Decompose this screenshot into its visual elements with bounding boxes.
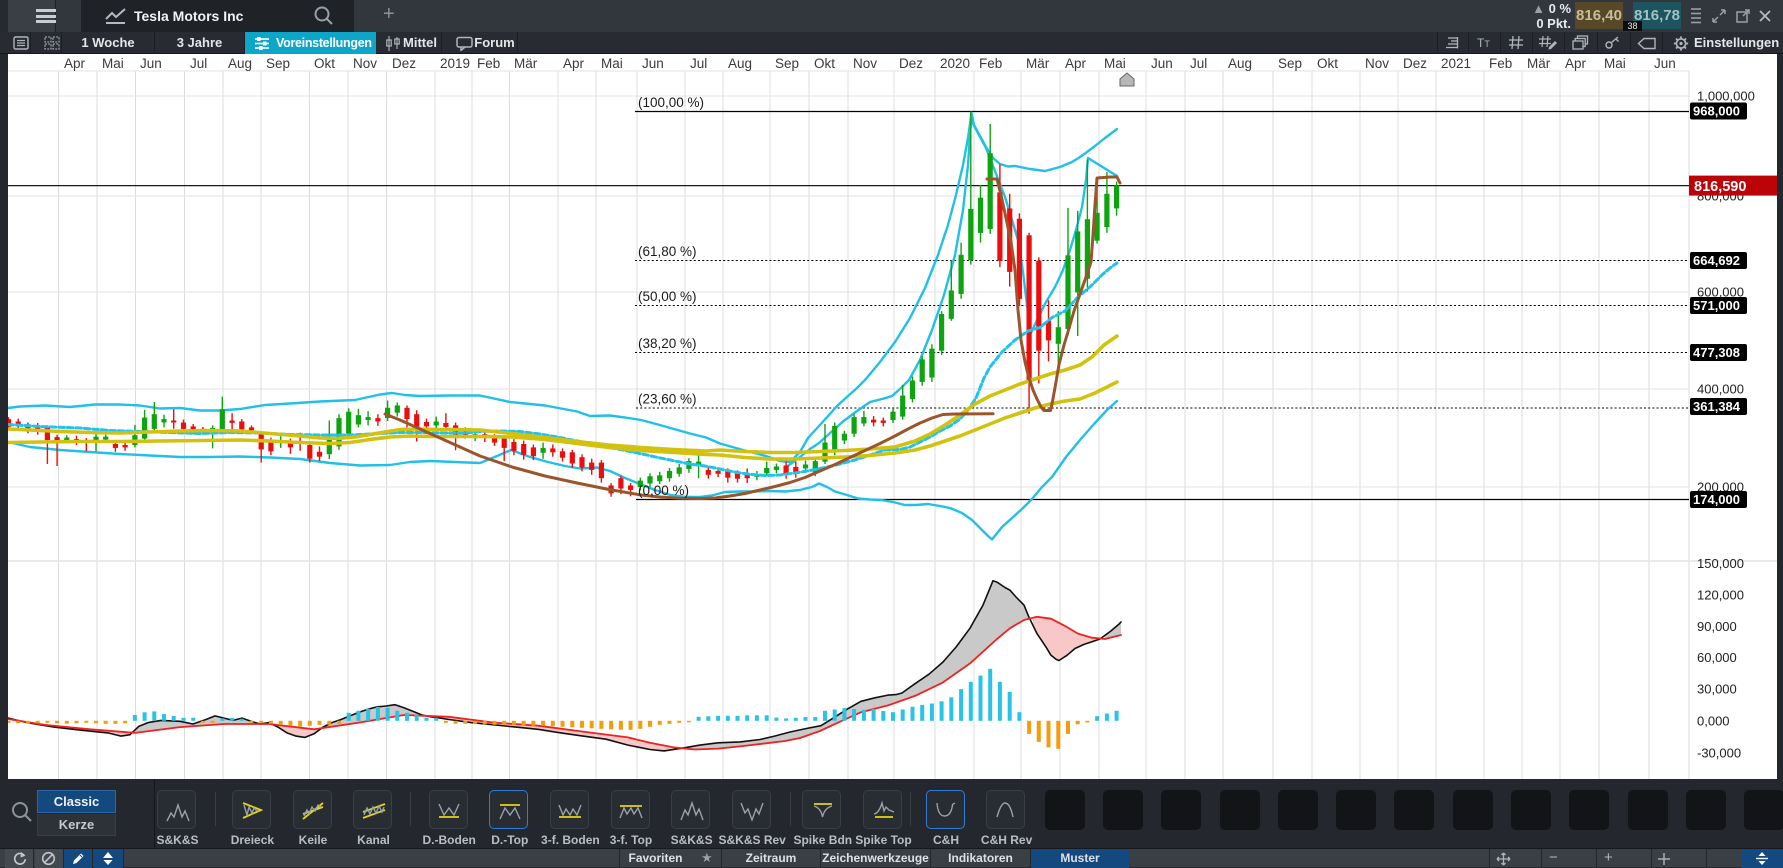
svg-text:Feb: Feb	[979, 56, 1002, 71]
svg-text:120,000: 120,000	[1697, 588, 1744, 603]
svg-text:Apr: Apr	[64, 56, 86, 71]
svg-text:Jul: Jul	[690, 56, 707, 71]
svg-text:477,308: 477,308	[1693, 345, 1740, 360]
svg-text:Dez: Dez	[1403, 56, 1427, 71]
svg-text:(0,00 %): (0,00 %)	[638, 483, 689, 498]
svg-text:Feb: Feb	[1489, 56, 1512, 71]
svg-text:Jun: Jun	[1654, 56, 1676, 71]
svg-text:-30,000: -30,000	[1697, 746, 1741, 761]
svg-text:(23,60 %): (23,60 %)	[638, 392, 697, 407]
svg-text:2020: 2020	[940, 56, 970, 71]
svg-text:2019: 2019	[440, 56, 470, 71]
svg-text:Mär: Mär	[514, 56, 538, 71]
svg-text:Mai: Mai	[102, 56, 124, 71]
svg-text:Sep: Sep	[266, 56, 290, 71]
svg-text:Jun: Jun	[1151, 56, 1173, 71]
svg-text:400,000: 400,000	[1697, 382, 1744, 397]
svg-text:Aug: Aug	[1228, 56, 1252, 71]
svg-text:Apr: Apr	[563, 56, 585, 71]
svg-text:Mai: Mai	[1104, 56, 1126, 71]
svg-text:174,000: 174,000	[1693, 492, 1740, 507]
svg-text:571,000: 571,000	[1693, 298, 1740, 313]
svg-text:60,000: 60,000	[1697, 650, 1737, 665]
svg-text:Okt: Okt	[814, 56, 835, 71]
svg-text:2021: 2021	[1441, 56, 1471, 71]
svg-text:Mai: Mai	[1604, 56, 1626, 71]
svg-text:(50,00 %): (50,00 %)	[638, 289, 697, 304]
svg-text:(38,20 %): (38,20 %)	[638, 336, 697, 351]
svg-text:Okt: Okt	[314, 56, 335, 71]
svg-text:1,000,000: 1,000,000	[1697, 89, 1755, 104]
svg-text:Sep: Sep	[775, 56, 799, 71]
svg-text:Jun: Jun	[642, 56, 664, 71]
svg-text:Nov: Nov	[353, 56, 377, 71]
svg-text:664,692: 664,692	[1693, 253, 1740, 268]
svg-text:0,000: 0,000	[1697, 714, 1730, 729]
svg-text:Sep: Sep	[1278, 56, 1302, 71]
svg-text:Feb: Feb	[477, 56, 500, 71]
svg-text:Jul: Jul	[1190, 56, 1207, 71]
svg-text:Dez: Dez	[899, 56, 923, 71]
svg-text:(61,80 %): (61,80 %)	[638, 244, 697, 259]
svg-text:150,000: 150,000	[1697, 556, 1744, 571]
svg-text:816,590: 816,590	[1694, 179, 1746, 195]
svg-text:Dez: Dez	[392, 56, 416, 71]
svg-text:Jul: Jul	[190, 56, 207, 71]
svg-text:968,000: 968,000	[1693, 104, 1740, 119]
svg-text:Okt: Okt	[1317, 56, 1338, 71]
svg-text:Apr: Apr	[1565, 56, 1587, 71]
svg-text:Nov: Nov	[853, 56, 877, 71]
svg-text:Mär: Mär	[1527, 56, 1551, 71]
svg-text:Aug: Aug	[728, 56, 752, 71]
svg-text:Mai: Mai	[601, 56, 623, 71]
svg-text:30,000: 30,000	[1697, 682, 1737, 697]
svg-text:Aug: Aug	[228, 56, 252, 71]
svg-text:Jun: Jun	[140, 56, 162, 71]
svg-text:Apr: Apr	[1065, 56, 1087, 71]
svg-text:361,384: 361,384	[1693, 399, 1741, 414]
svg-text:(100,00 %): (100,00 %)	[638, 95, 704, 110]
svg-text:Mär: Mär	[1026, 56, 1050, 71]
svg-text:90,000: 90,000	[1697, 619, 1737, 634]
svg-text:Nov: Nov	[1365, 56, 1389, 71]
